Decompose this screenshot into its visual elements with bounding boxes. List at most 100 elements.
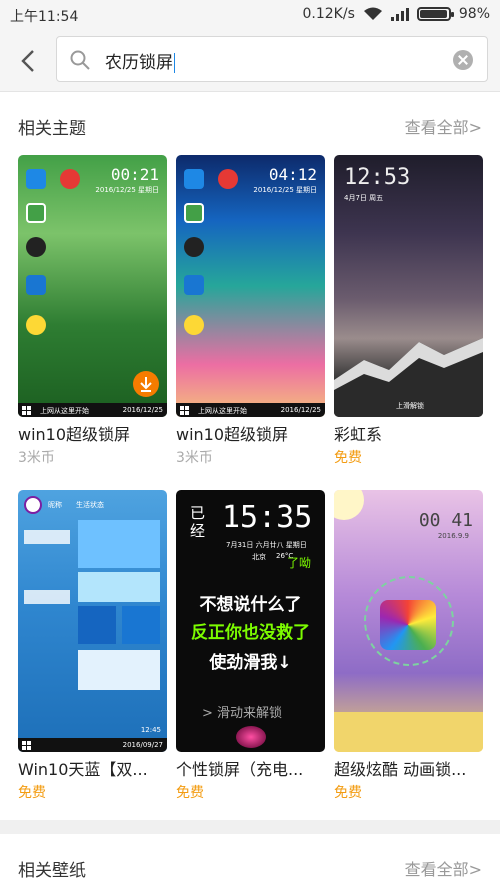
user-status: 生活状态 — [76, 501, 104, 509]
theme-name: 个性锁屏（充电... — [176, 760, 304, 779]
slide-to-unlock-text: 滑动来解锁 — [217, 706, 283, 721]
message-line: 使劲滑我↓ — [209, 653, 292, 673]
taskbar-label: 上网从这里开始 — [198, 407, 247, 415]
lock-clock: 12:53 — [344, 165, 411, 190]
theme-thumbnail[interactable]: 12:53 4月7日 周五 上滑解锁 — [334, 155, 483, 417]
taskbar-date: 2016/09/27 — [122, 741, 163, 749]
taskbar-label: 上网从这里开始 — [40, 407, 89, 415]
tile — [78, 606, 116, 644]
search-icon — [70, 50, 90, 70]
qq-icon — [184, 237, 204, 257]
clear-icon[interactable] — [453, 50, 473, 70]
menu-item — [24, 590, 70, 604]
text-caret — [174, 53, 175, 73]
lock-clock: 15:35 — [222, 500, 313, 535]
windows-logo-icon — [180, 406, 189, 415]
section-header-themes: 相关主题 查看全部> — [0, 104, 500, 144]
theme-price: 免费 — [176, 785, 204, 801]
theme-price: 3米币 — [176, 450, 213, 466]
unlock-hint: 上滑解锁 — [396, 402, 424, 410]
taskbar: 上网从这里开始 2016/12/25 — [18, 403, 167, 417]
theme-thumbnail[interactable]: 昵称 生活状态 12:45 2016/09/27 — [18, 490, 167, 752]
search-query: 农历锁屏 — [105, 48, 175, 73]
theme-name: 彩虹系 — [334, 425, 383, 444]
taskbar: 上网从这里开始 2016/12/25 — [176, 403, 325, 417]
windows-logo-icon — [22, 741, 31, 750]
view-all-link[interactable]: 查看全部> — [405, 114, 482, 138]
glow-icon — [236, 726, 266, 748]
theme-price: 免费 — [334, 450, 362, 466]
theme-name: Win10天蓝【双... — [18, 760, 148, 779]
mail-tile — [122, 606, 160, 644]
weather-tile — [78, 520, 160, 568]
photo-tile — [78, 572, 160, 602]
view-all-link[interactable]: 查看全部> — [405, 856, 482, 880]
app-icon — [184, 315, 204, 335]
theme-price: 3米币 — [18, 450, 55, 466]
theme-thumbnail[interactable]: 04:12 2016/12/25 星期日 上网从这里开始 2016/12/25 — [176, 155, 325, 417]
message-line: 反正你也没救了 — [191, 623, 310, 643]
windows-logo-icon — [22, 406, 31, 415]
menu-item — [24, 530, 70, 544]
user-name: 昵称 — [48, 501, 62, 509]
theme-card[interactable]: 12:53 4月7日 周五 上滑解锁 彩虹系 免费 — [334, 155, 483, 467]
lock-date: 2016/12/25 星期日 — [95, 186, 159, 194]
lock-clock: 04:12 — [268, 165, 317, 184]
theme-thumbnail[interactable]: 已经 15:35 7月31日 六月廿八 星期日 北京 26°C 了呦 不想说什么… — [176, 490, 325, 752]
theme-name: 超级炫酷 动画锁... — [334, 760, 467, 779]
network-speed: 0.12K/s — [302, 6, 355, 22]
avatar — [24, 496, 42, 514]
taskbar-date: 2016/12/25 — [122, 406, 163, 414]
download-icon[interactable] — [133, 371, 159, 397]
taskbar-date: 2016/12/25 — [280, 406, 321, 414]
wifi-icon — [363, 7, 382, 20]
lock-date: 7月31日 六月廿八 星期日 — [226, 541, 307, 549]
lock-date: 4月7日 周五 — [344, 194, 384, 202]
theme-name: win10超级锁屏 — [176, 425, 289, 444]
status-time: 上午11:54 — [10, 9, 79, 25]
moon-icon — [334, 490, 364, 520]
theme-card[interactable]: 04:12 2016/12/25 星期日 上网从这里开始 2016/12/25 … — [176, 155, 325, 467]
theme-thumbnail[interactable]: 00:21 2016/12/25 星期日 上网从这里开始 2016/12/25 — [18, 155, 167, 417]
lock-clock: 00:21 — [110, 165, 159, 184]
battery-percent: 98% — [458, 6, 490, 22]
status-right: 0.12K/s 98% — [303, 6, 491, 22]
side-text: 了呦 — [286, 556, 311, 570]
computer-icon — [184, 169, 204, 189]
search-query-text: 农历锁屏 — [105, 53, 173, 73]
clock-prefix: 已经 — [190, 504, 206, 540]
battery-icon — [416, 7, 454, 21]
slide-to-unlock: > 滑动来解锁 — [202, 706, 283, 721]
theme-price: 免费 — [18, 785, 46, 801]
theme-card[interactable]: 昵称 生活状态 12:45 2016/09/27 Win10天蓝【双... 免费 — [18, 490, 167, 802]
section-divider — [0, 820, 500, 834]
taskbar: 2016/09/27 — [18, 738, 167, 752]
signal-icon — [390, 8, 409, 21]
lock-clock: 00 41 — [418, 510, 473, 531]
theme-thumbnail[interactable]: 00 41 2016.9.9 — [334, 490, 483, 752]
theme-card[interactable]: 00:21 2016/12/25 星期日 上网从这里开始 2016/12/25 … — [18, 155, 167, 467]
browser-icon — [26, 275, 46, 295]
snow-tile — [78, 650, 160, 690]
section-title: 相关壁纸 — [18, 861, 86, 881]
section-header-wallpapers: 相关壁纸 查看全部> — [0, 846, 500, 886]
ground — [334, 712, 483, 752]
qq-icon — [26, 237, 46, 257]
back-arrow-icon[interactable] — [14, 46, 44, 76]
search-input[interactable]: 农历锁屏 — [56, 36, 488, 82]
city: 北京 — [252, 553, 266, 561]
browser-icon — [184, 275, 204, 295]
theme-card[interactable]: 已经 15:35 7月31日 六月廿八 星期日 北京 26°C 了呦 不想说什么… — [176, 490, 325, 802]
section-title: 相关主题 — [18, 119, 86, 139]
app-icon — [26, 315, 46, 335]
search-header: 农历锁屏 — [0, 30, 500, 92]
weibo-icon — [60, 169, 80, 189]
message-line: 不想说什么了 — [199, 595, 302, 615]
theme-name: win10超级锁屏 — [18, 425, 131, 444]
theme-card[interactable]: 00 41 2016.9.9 超级炫酷 动画锁... 免费 — [334, 490, 483, 802]
wechat-icon — [26, 203, 46, 223]
lock-date: 2016.9.9 — [437, 532, 469, 540]
wechat-icon — [184, 203, 204, 223]
weibo-icon — [218, 169, 238, 189]
theme-price: 免费 — [334, 785, 362, 801]
